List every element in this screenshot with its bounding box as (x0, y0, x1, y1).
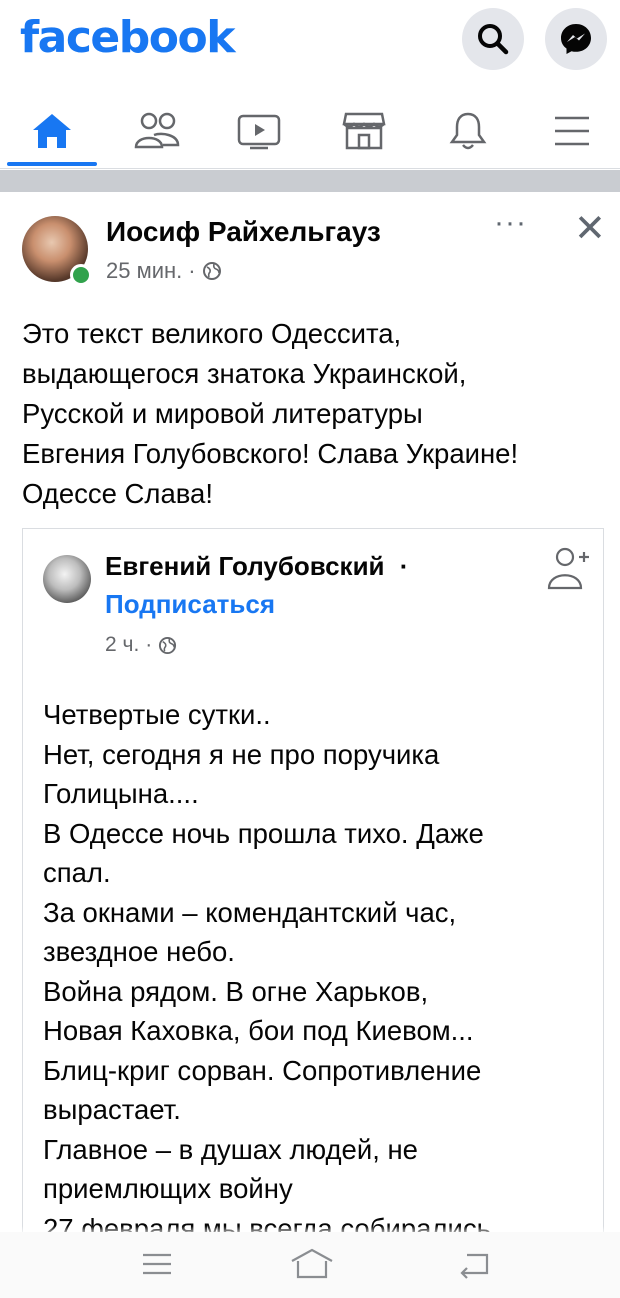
post-author-name[interactable]: Иосиф Райхельгауз (106, 216, 381, 248)
tab-home[interactable] (2, 96, 102, 166)
shared-post-meta: 2 ч. · (105, 633, 177, 657)
more-options-button[interactable]: ··· (494, 206, 527, 240)
shared-text-line: Нет, сегодня я не про поручика (43, 738, 440, 770)
shared-text-line: Новая Каховка, бои под Киевом... (43, 1015, 474, 1046)
video-icon (237, 114, 281, 150)
shared-meta-separator: · (145, 633, 153, 656)
shared-post-card[interactable]: Евгений Голубовский · Подписаться 2 ч. ·… (22, 528, 604, 1234)
online-status-indicator (70, 264, 92, 286)
globe-icon (159, 636, 177, 654)
shared-author-dot: · (399, 551, 409, 581)
shared-text-line: звездное небо. (43, 936, 235, 967)
tab-marketplace[interactable] (314, 96, 414, 166)
feed-separator (0, 170, 620, 192)
post-text-line: Евгения Голубовского! Слава Украине! (22, 438, 519, 469)
home-outline-icon (291, 1248, 333, 1279)
shared-text-line: спал. (43, 857, 111, 888)
post-meta: 25 мин. · (106, 258, 222, 284)
recent-apps-button[interactable] (127, 1244, 187, 1284)
main-navigation (0, 96, 620, 169)
shared-author-name-row: Евгений Голубовский · (105, 551, 408, 582)
shared-text-line: приемлющих войну (43, 1173, 293, 1204)
shared-text-line: Главное – в душах людей, не (43, 1133, 418, 1165)
shared-post-text: Четвертые сутки.. Нет, сегодня я не про … (43, 695, 593, 1234)
shared-text-line: Голицына.... (43, 778, 199, 809)
back-icon (460, 1253, 489, 1279)
post-time[interactable]: 25 мин. (106, 258, 182, 284)
shared-text-line: Блиц-криг сорван. Сопротивление (43, 1054, 482, 1086)
home-system-button[interactable] (282, 1244, 342, 1284)
shared-text-line: Война рядом. В огне Харьков, (43, 975, 429, 1007)
post-text-line: Это текст великого Одессита, (22, 318, 402, 349)
hide-post-button[interactable]: ✕ (574, 210, 606, 248)
search-button[interactable] (462, 8, 524, 70)
back-system-button[interactable] (445, 1244, 505, 1284)
friends-icon (134, 112, 180, 149)
marketplace-icon (342, 112, 386, 150)
shared-text-line: В Одессе ночь прошла тихо. Даже (43, 817, 484, 849)
facebook-logo[interactable]: facebook (20, 12, 235, 63)
globe-icon (202, 262, 221, 280)
feed-post: Иосиф Райхельгауз 25 мин. · ··· ✕ Это те… (0, 192, 620, 1234)
post-text: Это текст великого Одессита, выдающегося… (22, 314, 607, 514)
shared-post-time[interactable]: 2 ч. (105, 633, 139, 657)
meta-separator: · (188, 258, 196, 283)
post-text-line: Русской и мировой литературы (22, 398, 423, 429)
hamburger-menu-icon (555, 116, 589, 146)
top-bar: facebook (0, 0, 620, 88)
recent-apps-icon (143, 1253, 171, 1275)
follow-link[interactable]: Подписаться (105, 589, 275, 620)
tab-notifications[interactable] (418, 96, 518, 166)
shared-text-line: вырастает. (43, 1094, 181, 1125)
shared-text-line: За окнами – комендантский час, (43, 896, 457, 928)
shared-text-line: Четвертые сутки.. (43, 699, 271, 730)
post-text-line: Одессе Слава! (22, 478, 213, 509)
messenger-icon (561, 24, 591, 54)
post-text-line: выдающегося знатока Украинской, (22, 358, 467, 389)
add-friend-icon (547, 547, 589, 590)
add-friend-button[interactable] (543, 545, 593, 596)
tab-menu[interactable] (522, 96, 620, 166)
system-navigation-bar (0, 1232, 620, 1298)
shared-author-avatar[interactable] (43, 555, 91, 603)
tab-friends[interactable] (107, 96, 207, 166)
search-icon (478, 24, 509, 55)
tab-watch[interactable] (209, 96, 309, 166)
bell-icon (449, 112, 487, 150)
messenger-button[interactable] (545, 8, 607, 70)
shared-author-name[interactable]: Евгений Голубовский (105, 551, 385, 581)
home-icon (33, 114, 71, 148)
